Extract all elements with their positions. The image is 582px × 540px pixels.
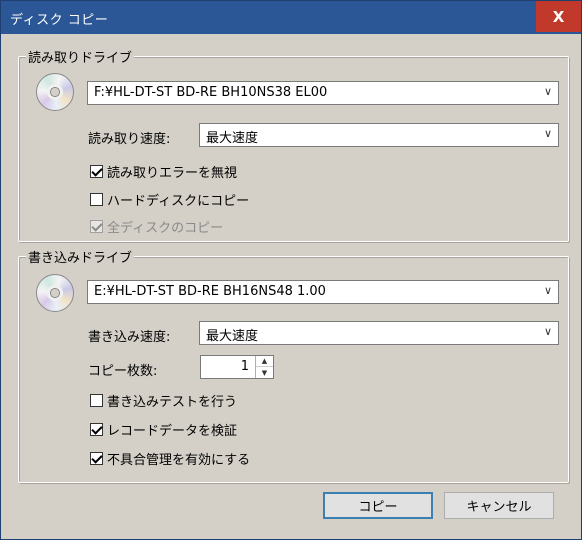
- copies-stepper[interactable]: 1 ▲ ▼: [200, 355, 274, 379]
- ignore-read-errors-checkbox[interactable]: 読み取りエラーを無視: [90, 162, 237, 181]
- checkbox-box: [90, 220, 103, 233]
- window-title: ディスク コピー: [10, 13, 109, 28]
- cd-disc-icon: [36, 274, 74, 312]
- write-test-checkbox[interactable]: 書き込みテストを行う: [90, 391, 237, 410]
- read-drive-select[interactable]: F:¥HL-DT-ST BD-RE BH10NS38 EL00 ∨: [87, 81, 559, 105]
- chevron-down-icon: ∨: [543, 85, 552, 98]
- chevron-up-icon: ▲: [261, 357, 268, 365]
- copy-button[interactable]: コピー: [323, 492, 433, 519]
- stepper-buttons: ▲ ▼: [255, 356, 273, 378]
- verify-data-checkbox[interactable]: レコードデータを検証: [90, 420, 237, 439]
- checkbox-label: 全ディスクのコピー: [107, 221, 224, 236]
- write-drive-value: E:¥HL-DT-ST BD-RE BH16NS48 1.00: [94, 284, 326, 299]
- read-speed-label: 読み取り速度:: [88, 132, 171, 147]
- chevron-down-icon: ∨: [543, 325, 552, 338]
- checkbox-box[interactable]: [90, 452, 103, 465]
- checkbox-label: レコードデータを検証: [107, 424, 238, 439]
- copies-value: 1: [240, 359, 249, 374]
- read-drive-group-label: 読み取りドライブ: [26, 47, 135, 66]
- checkbox-box[interactable]: [90, 423, 103, 436]
- chevron-down-icon: ∨: [543, 284, 552, 297]
- checkbox-box[interactable]: [90, 193, 103, 206]
- checkbox-label: 不具合管理を有効にする: [107, 453, 251, 468]
- write-drive-select[interactable]: E:¥HL-DT-ST BD-RE BH16NS48 1.00 ∨: [87, 280, 559, 304]
- copy-to-hdd-checkbox[interactable]: ハードディスクにコピー: [90, 190, 249, 209]
- write-speed-select[interactable]: 最大速度 ∨: [199, 321, 559, 345]
- checkbox-box[interactable]: [90, 165, 103, 178]
- read-drive-value: F:¥HL-DT-ST BD-RE BH10NS38 EL00: [94, 85, 328, 100]
- decrement-button[interactable]: ▼: [256, 367, 273, 378]
- checkbox-label: 読み取りエラーを無視: [107, 166, 238, 181]
- read-speed-select[interactable]: 最大速度 ∨: [199, 123, 559, 147]
- close-icon: X: [552, 7, 565, 26]
- checkbox-label: 書き込みテストを行う: [107, 395, 238, 410]
- cancel-button[interactable]: キャンセル: [444, 492, 554, 519]
- read-speed-value: 最大速度: [206, 131, 259, 146]
- defect-management-checkbox[interactable]: 不具合管理を有効にする: [90, 449, 250, 468]
- disc-copy-dialog: ディスク コピー X 読み取りドライブ F:¥HL-DT-ST BD-RE BH…: [0, 0, 582, 540]
- increment-button[interactable]: ▲: [256, 356, 273, 367]
- full-disc-copy-checkbox: 全ディスクのコピー: [90, 217, 223, 236]
- write-speed-label: 書き込み速度:: [88, 330, 171, 345]
- write-drive-group-label: 書き込みドライブ: [26, 247, 135, 266]
- cd-disc-icon: [36, 73, 74, 111]
- write-speed-value: 最大速度: [206, 329, 259, 344]
- copies-label: コピー枚数:: [88, 364, 158, 379]
- close-button[interactable]: X: [536, 1, 581, 32]
- chevron-down-icon: ▼: [261, 368, 268, 377]
- checkbox-box[interactable]: [90, 394, 103, 407]
- checkbox-label: ハードディスクにコピー: [107, 194, 250, 209]
- chevron-down-icon: ∨: [543, 127, 552, 140]
- title-bar[interactable]: ディスク コピー X: [1, 1, 581, 34]
